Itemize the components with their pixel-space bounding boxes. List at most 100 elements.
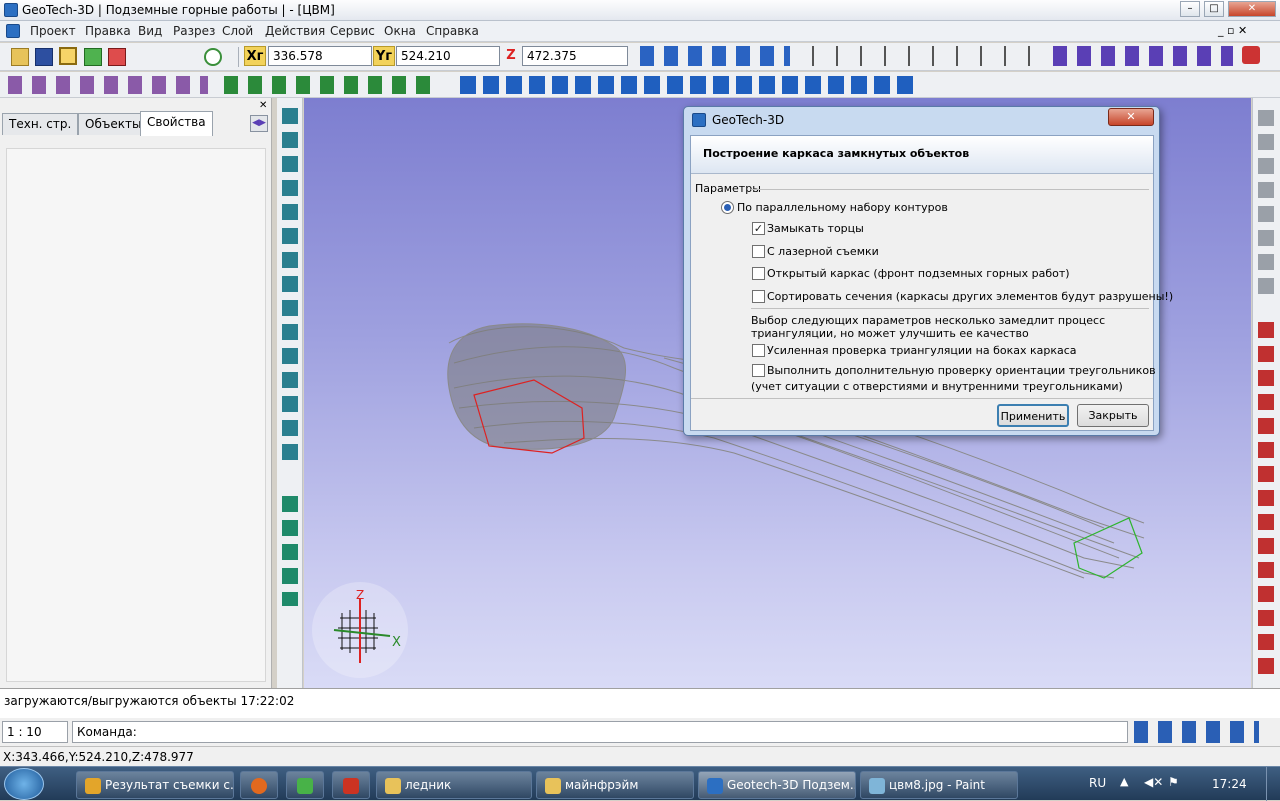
- panel-close-icon[interactable]: ✕: [259, 100, 267, 111]
- close-button[interactable]: Закрыть: [1077, 404, 1149, 427]
- menu-project[interactable]: Проект: [30, 24, 76, 38]
- dialog-close-icon[interactable]: ✕: [1108, 108, 1154, 126]
- mdi-controls[interactable]: _ ▫ ✕: [1218, 24, 1247, 37]
- z-coord-label: Z: [506, 48, 516, 63]
- message-text: загружаются/выгружаются объекты 17:22:02: [4, 694, 295, 708]
- build-frame-dialog: GeoTech-3D ✕ Построение каркаса замкнуты…: [683, 106, 1173, 436]
- cursor-coords: X:343.466,Y:524.210,Z:478.977: [3, 750, 194, 764]
- parallel-contours-label: По параллельному набору контуров: [737, 201, 948, 214]
- delete-icon[interactable]: [108, 48, 126, 66]
- maximize-button[interactable]: □: [1204, 1, 1224, 17]
- window-title: GeoTech-3D | Подземные горные работы | -…: [22, 3, 335, 17]
- close-window-button[interactable]: ✕: [1228, 1, 1276, 17]
- minimize-button[interactable]: –: [1180, 1, 1200, 17]
- x-coord-label: Xг: [244, 46, 266, 66]
- mine-blob: [447, 323, 627, 450]
- taskbar: Результат съемки с... ледник майнфрэйм G…: [0, 766, 1280, 801]
- enhanced-check-checkbox[interactable]: [752, 344, 765, 357]
- open-icon[interactable]: [11, 48, 29, 66]
- toolbar-secondary: [0, 72, 1280, 98]
- scale-field[interactable]: 1 : 10: [2, 721, 68, 743]
- tray-expand-icon[interactable]: ▲: [1120, 775, 1128, 788]
- close-ends-checkbox[interactable]: ✓: [752, 222, 765, 235]
- draw-tools-icons[interactable]: [812, 46, 1032, 66]
- command-input[interactable]: Команда:: [72, 721, 1128, 743]
- view-cube-icons[interactable]: [640, 46, 790, 66]
- command-row: 1 : 10 Команда:: [0, 718, 1280, 746]
- doc-icon: [6, 24, 20, 38]
- clock[interactable]: 17:24: [1212, 777, 1247, 791]
- dialog-titlebar: GeoTech-3D ✕: [684, 107, 1159, 133]
- tab-tech-structure[interactable]: Техн. стр.: [2, 113, 79, 135]
- orientation-check-sub: (учет ситуации с отверстиями и внутренни…: [751, 380, 1123, 393]
- show-desktop-button[interactable]: [1266, 767, 1280, 801]
- language-indicator[interactable]: RU: [1089, 776, 1106, 790]
- volume-icon[interactable]: ◀✕: [1144, 775, 1163, 789]
- task-firefox[interactable]: [240, 771, 278, 799]
- clock-icon[interactable]: [204, 48, 222, 66]
- snap-mode-icons[interactable]: [1134, 721, 1259, 743]
- open-frame-checkbox[interactable]: [752, 267, 765, 280]
- copy-icon[interactable]: [59, 47, 77, 65]
- menu-edit[interactable]: Правка: [85, 24, 131, 38]
- snap-tools-icons[interactable]: [1258, 110, 1274, 300]
- layer-tools-icons[interactable]: [282, 496, 298, 606]
- menu-help[interactable]: Справка: [426, 24, 479, 38]
- tab-properties[interactable]: Свойства: [140, 111, 213, 136]
- sort-sections-label: Сортировать сечения (каркасы других элем…: [767, 290, 1174, 303]
- y-coord-label: Yг: [373, 46, 395, 66]
- laser-survey-checkbox[interactable]: [752, 245, 765, 258]
- layers-icon[interactable]: [84, 48, 102, 66]
- properties-content: [6, 148, 266, 682]
- save-icon[interactable]: [35, 48, 53, 66]
- panel-toggle-button[interactable]: ◀▶: [250, 115, 268, 132]
- task-geotech[interactable]: Geotech-3D Подзем...: [698, 771, 856, 799]
- task-folder-lednik[interactable]: ледник: [376, 771, 532, 799]
- menu-view[interactable]: Вид: [138, 24, 162, 38]
- quality-note: Выбор следующих параметров несколько зам…: [751, 314, 1106, 340]
- task-app[interactable]: [332, 771, 370, 799]
- x-axis-label: X: [392, 635, 401, 650]
- task-star[interactable]: [286, 771, 324, 799]
- menu-section[interactable]: Разрез: [173, 24, 215, 38]
- z-coord-input[interactable]: 472.375: [522, 46, 628, 66]
- menu-actions[interactable]: Действия: [265, 24, 325, 38]
- status-bar: X:343.466,Y:524.210,Z:478.977: [0, 746, 1280, 766]
- window-titlebar: GeoTech-3D | Подземные горные работы | -…: [0, 0, 1280, 21]
- tab-objects[interactable]: Объекты: [78, 113, 149, 135]
- task-browser[interactable]: Результат съемки с...: [76, 771, 234, 799]
- geo-tools-icons[interactable]: [224, 76, 440, 94]
- menu-layer[interactable]: Слой: [222, 24, 253, 38]
- z-axis-label: Z: [356, 588, 365, 602]
- app-icon: [4, 3, 18, 17]
- start-button[interactable]: [4, 768, 44, 800]
- task-paint[interactable]: цвм8.jpg - Paint: [860, 771, 1018, 799]
- menu-windows[interactable]: Окна: [384, 24, 416, 38]
- open-frame-label: Открытый каркас (фронт подземных горных …: [767, 267, 1070, 280]
- laser-survey-label: С лазерной съемки: [767, 245, 879, 258]
- network-flag-icon[interactable]: ⚑: [1168, 775, 1179, 789]
- parallel-contours-radio[interactable]: [721, 201, 734, 214]
- task-folder-mainframe[interactable]: майнфрэйм: [536, 771, 694, 799]
- dialog-app-icon: [692, 113, 706, 127]
- edit-tools-icons[interactable]: [1258, 322, 1274, 677]
- end-contour: [1073, 517, 1143, 579]
- apply-button[interactable]: Применить: [997, 404, 1069, 427]
- select-tools-icons[interactable]: [282, 108, 298, 468]
- orientation-check-label: Выполнить дополнительную проверку ориент…: [767, 364, 1156, 377]
- object-tools-icons[interactable]: [8, 76, 208, 94]
- sort-sections-checkbox[interactable]: [752, 290, 765, 303]
- format-tools-icons[interactable]: [1053, 46, 1233, 66]
- mining-tools-icons[interactable]: [460, 76, 920, 94]
- menu-service[interactable]: Сервис: [330, 24, 375, 38]
- pencil-icon[interactable]: [1242, 46, 1260, 64]
- orientation-check-checkbox[interactable]: [752, 364, 765, 377]
- close-ends-label: Замыкать торцы: [767, 222, 864, 235]
- x-coord-input[interactable]: 336.578: [268, 46, 372, 66]
- message-area: загружаются/выгружаются объекты 17:22:02: [0, 688, 1280, 718]
- right-toolbar: [1252, 98, 1280, 688]
- y-coord-input[interactable]: 524.210: [396, 46, 500, 66]
- dialog-title: GeoTech-3D: [712, 113, 785, 127]
- dialog-body: Построение каркаса замкнутых объектов Па…: [690, 135, 1173, 431]
- vertical-toolbar: [277, 98, 303, 688]
